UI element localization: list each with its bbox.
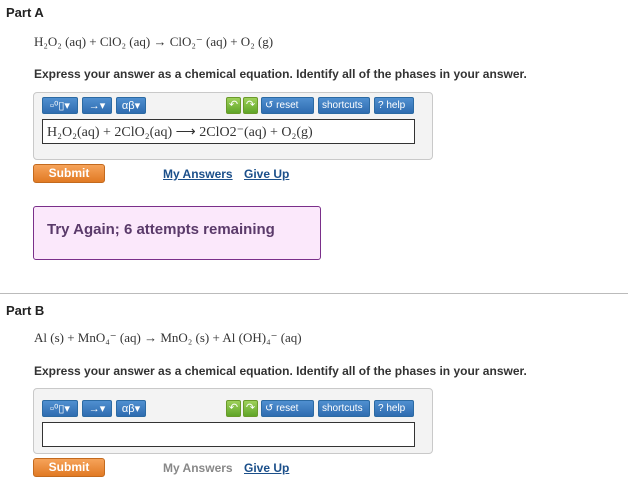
reset-label: reset — [276, 100, 299, 111]
shortcuts-button[interactable]: shortcuts — [318, 400, 370, 417]
greek-menu-button[interactable]: αβ▾ — [116, 97, 146, 114]
part-b-given-equation: Al (s) + MnO₄⁻ (aq) → MnO₂ (s) + Al (OH)… — [34, 330, 302, 345]
part-a-answer-input[interactable]: H₂O₂(aq) + 2ClO₂(aq) ⟶ 2ClO2⁻(aq) + O₂(g… — [42, 119, 415, 144]
section-divider — [0, 293, 628, 294]
undo-icon[interactable]: ↶ — [226, 400, 241, 417]
undo-icon[interactable]: ↶ — [226, 97, 241, 114]
reset-icon: ↺ — [265, 100, 274, 111]
part-a-feedback-box: Try Again; 6 attempts remaining — [33, 206, 321, 260]
reset-button[interactable]: ↺ reset — [261, 97, 314, 114]
reset-icon: ↺ — [265, 403, 274, 414]
help-button[interactable]: ? help — [374, 400, 414, 417]
part-a-instruction: Express your answer as a chemical equati… — [34, 67, 527, 81]
part-b-answer-input[interactable] — [42, 422, 415, 447]
part-a-my-answers-link[interactable]: My Answers — [163, 167, 233, 181]
part-a-answer-value: H₂O₂(aq) + 2ClO₂(aq) ⟶ 2ClO2⁻(aq) + O₂(g… — [47, 125, 313, 140]
part-b-give-up-link[interactable]: Give Up — [244, 461, 289, 475]
help-button[interactable]: ? help — [374, 97, 414, 114]
part-a-answer-panel: ▫⁰▯▾ →▾ αβ▾ ↶ ↷ ↺ reset shortcuts ? help… — [33, 92, 433, 160]
part-a-submit-button[interactable]: Submit — [33, 164, 105, 183]
part-b-answer-panel: ▫⁰▯▾ →▾ αβ▾ ↶ ↷ ↺ reset shortcuts ? help — [33, 388, 433, 454]
part-a-feedback-text: Try Again; 6 attempts remaining — [47, 221, 275, 238]
template-icon[interactable]: ▫⁰▯▾ — [42, 400, 78, 417]
redo-icon[interactable]: ↷ — [243, 400, 258, 417]
part-a-give-up-link[interactable]: Give Up — [244, 167, 289, 181]
reset-button[interactable]: ↺ reset — [261, 400, 314, 417]
part-b-submit-button[interactable]: Submit — [33, 458, 105, 477]
part-b-label: Part B — [6, 303, 45, 318]
part-a-label: Part A — [6, 5, 44, 20]
part-b-instruction: Express your answer as a chemical equati… — [34, 364, 527, 378]
template-icon[interactable]: ▫⁰▯▾ — [42, 97, 78, 114]
part-b-my-answers-link: My Answers — [163, 461, 233, 475]
greek-menu-button[interactable]: αβ▾ — [116, 400, 146, 417]
reset-label: reset — [276, 403, 299, 414]
arrow-menu-button[interactable]: →▾ — [82, 97, 112, 114]
shortcuts-button[interactable]: shortcuts — [318, 97, 370, 114]
part-a-given-equation: H₂O₂ (aq) + ClO₂ (aq) → ClO₂⁻ (aq) + O₂ … — [34, 34, 274, 49]
arrow-menu-button[interactable]: →▾ — [82, 400, 112, 417]
redo-icon[interactable]: ↷ — [243, 97, 258, 114]
